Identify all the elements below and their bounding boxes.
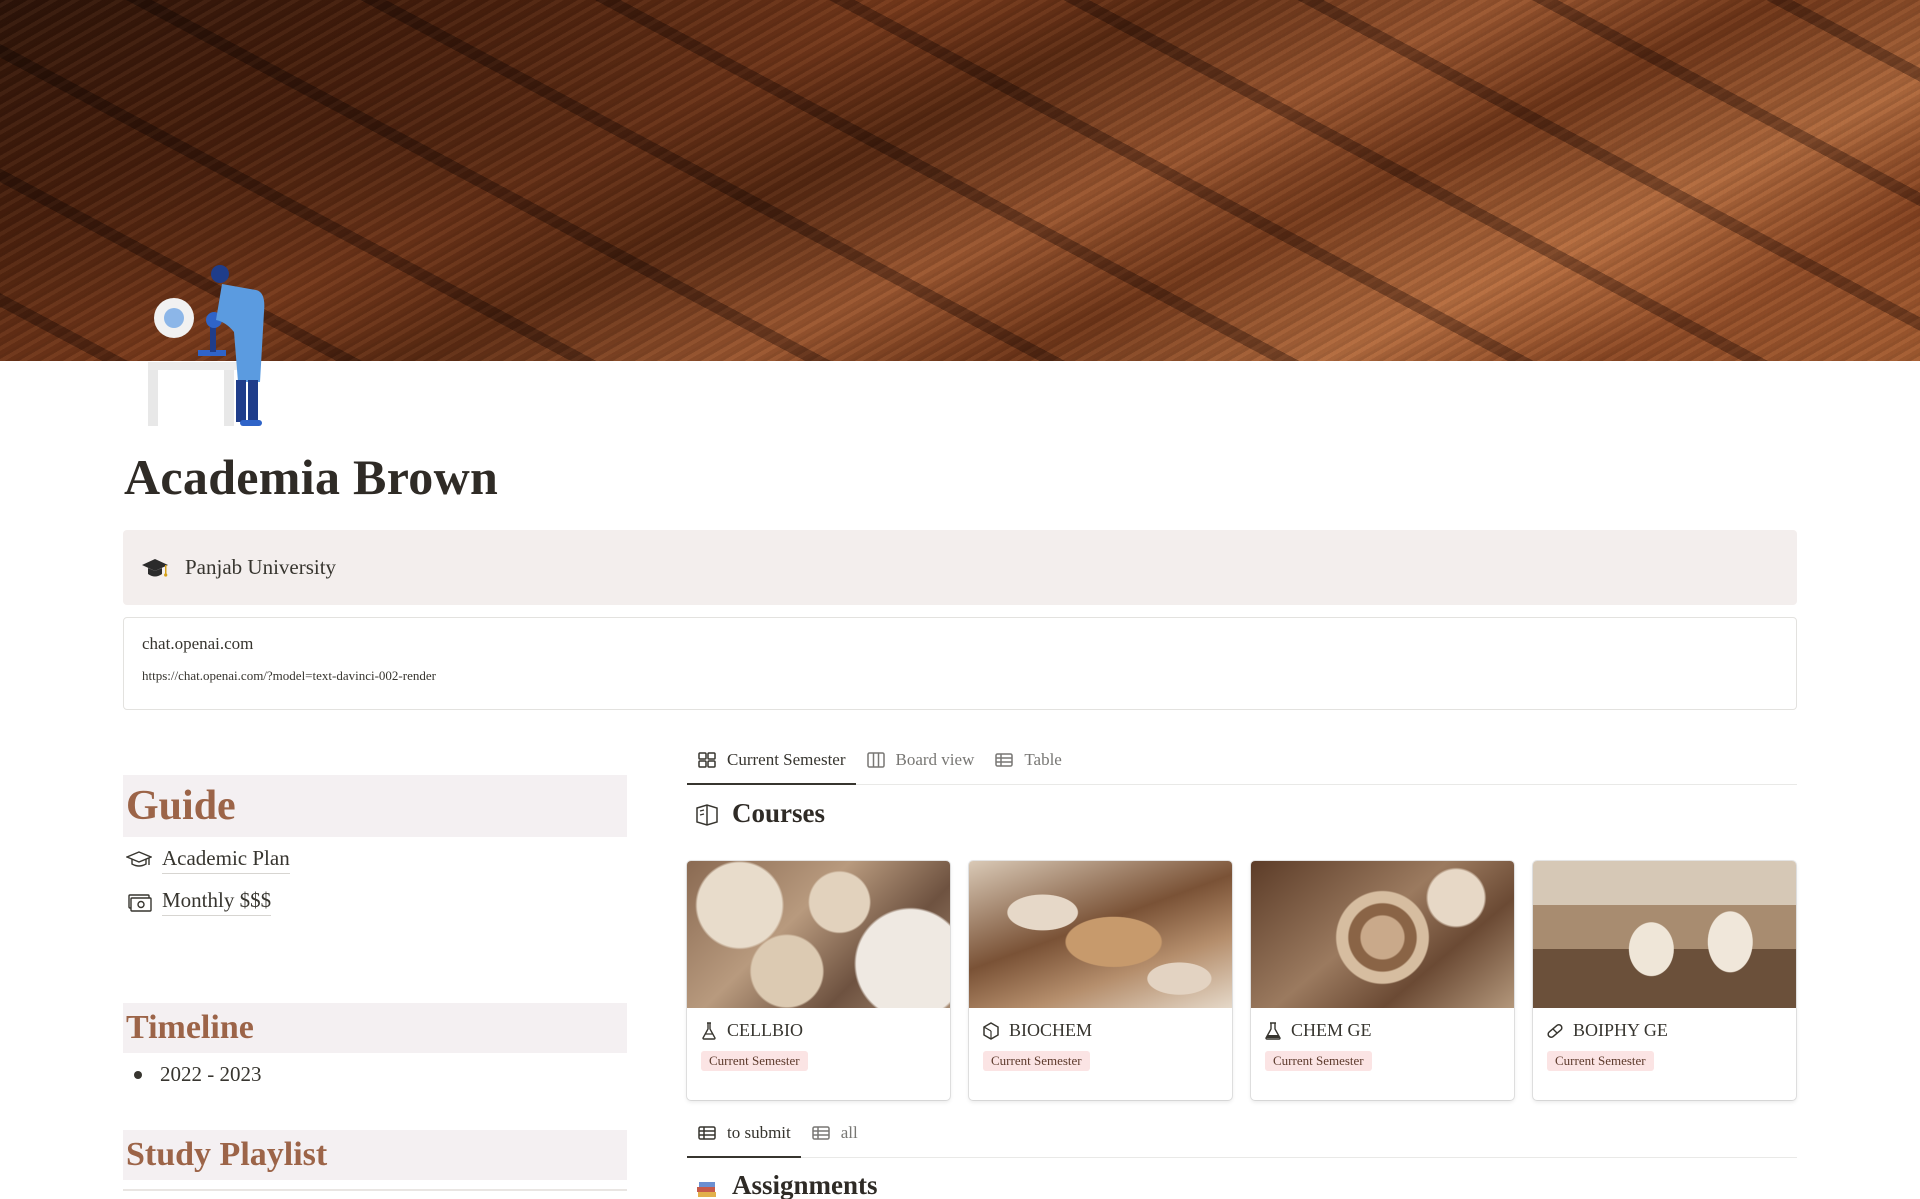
card-name: BIOCHEM (1009, 1020, 1093, 1040)
monthly-money-link[interactable]: Monthly $$$ (126, 888, 272, 916)
page-title: Academia Brown (124, 449, 499, 505)
hexagon-icon (983, 1021, 999, 1040)
board-icon (866, 751, 885, 768)
bullet-dot (134, 1070, 142, 1079)
semester-tag: Current Semester (983, 1051, 1090, 1071)
guide-heading: Guide (123, 775, 627, 837)
course-card[interactable]: BIOCHEM Current Semester (969, 861, 1232, 1100)
card-title: CELLBIO (687, 1008, 950, 1041)
timeline-item: 2022 - 2023 (134, 1062, 262, 1087)
study-playlist-heading: Study Playlist (123, 1130, 627, 1180)
academic-plan-link[interactable]: Academic Plan (126, 846, 290, 874)
card-cover-image (1251, 861, 1514, 1008)
tab-current-semester[interactable]: Current Semester (687, 735, 856, 785)
money-icon (128, 894, 152, 912)
tab-label: to submit (727, 1122, 791, 1142)
callout-text: Panjab University (185, 555, 337, 579)
database-title-text: Assignments (732, 1170, 878, 1199)
courses-database-title[interactable]: Courses (694, 798, 825, 829)
beaker-icon (1265, 1021, 1281, 1040)
book-icon (696, 803, 718, 826)
tab-to-submit[interactable]: to submit (687, 1108, 801, 1158)
semester-tag: Current Semester (1265, 1051, 1372, 1071)
card-name: CELLBIO (727, 1020, 803, 1040)
timeline-heading: Timeline (123, 1003, 627, 1053)
card-title: BOIPHY GE (1533, 1008, 1796, 1041)
table-icon (812, 1125, 830, 1140)
table-icon (698, 1125, 716, 1140)
bookmark-title: chat.openai.com (142, 634, 254, 653)
tab-board-view[interactable]: Board view (856, 735, 985, 784)
tab-label: Current Semester (727, 749, 846, 769)
timeline-item-text: 2022 - 2023 (160, 1062, 262, 1086)
link-label: Academic Plan (162, 846, 290, 874)
card-cover-image (969, 861, 1232, 1008)
assignments-database-title[interactable]: Assignments (694, 1170, 878, 1199)
course-card[interactable]: CHEM GE Current Semester (1251, 861, 1514, 1100)
university-callout: Panjab University (123, 530, 1797, 605)
card-title: BIOCHEM (969, 1008, 1232, 1041)
courses-gallery: CELLBIO Current Semester BIOCHEM Current… (687, 861, 1797, 1100)
tab-all[interactable]: all (801, 1108, 868, 1157)
tab-label: Board view (895, 749, 975, 769)
flask-icon (702, 1021, 716, 1040)
pill-icon (1547, 1023, 1563, 1038)
web-bookmark[interactable]: chat.openai.com https://chat.openai.com/… (123, 617, 1797, 710)
mortarboard-icon (126, 851, 152, 867)
course-card[interactable]: BOIPHY GE Current Semester (1533, 861, 1796, 1100)
link-label: Monthly $$$ (162, 888, 272, 916)
table-icon (995, 752, 1014, 767)
tab-label: all (840, 1122, 858, 1142)
card-cover-image (1533, 861, 1796, 1008)
course-card[interactable]: CELLBIO Current Semester (687, 861, 950, 1100)
courses-view-tabs: Current Semester Board view Table (687, 735, 1797, 785)
card-name: CHEM GE (1291, 1020, 1372, 1040)
semester-tag: Current Semester (1547, 1051, 1654, 1071)
tab-table[interactable]: Table (984, 735, 1072, 784)
database-title-text: Courses (732, 798, 825, 828)
graduation-cap-icon (142, 558, 168, 577)
books-icon (697, 1181, 716, 1197)
scientist-microscope-illustration[interactable] (140, 262, 300, 430)
bookmark-url: https://chat.openai.com/?model=text-davi… (142, 668, 436, 683)
semester-tag: Current Semester (701, 1051, 808, 1071)
assignments-view-tabs: to submit all (687, 1108, 1797, 1158)
card-name: BOIPHY GE (1573, 1020, 1668, 1040)
card-title: CHEM GE (1251, 1008, 1514, 1041)
gallery-icon (698, 751, 716, 768)
tab-label: Table (1024, 749, 1062, 769)
card-cover-image (687, 861, 950, 1008)
divider (123, 1189, 627, 1191)
